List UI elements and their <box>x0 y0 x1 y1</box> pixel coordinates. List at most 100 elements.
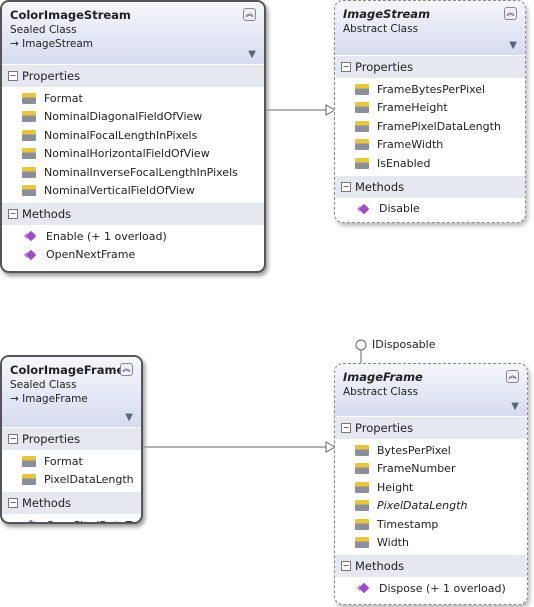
method-item[interactable]: Dispose (+ 1 overload) <box>335 579 527 598</box>
class-kind: Abstract Class <box>343 23 419 35</box>
class-header[interactable]: ImageFrame Abstract Class ︽ ▼ <box>335 364 527 416</box>
class-kind: Sealed Class <box>10 24 77 36</box>
property-item[interactable]: Width <box>335 534 527 553</box>
double-chevron-up-icon[interactable]: ︽ <box>506 370 519 383</box>
property-item[interactable]: NominalHorizontalFieldOfView <box>2 145 264 164</box>
collapse-minus-icon[interactable]: − <box>341 181 351 192</box>
section-label: Methods <box>22 496 72 510</box>
method-icon <box>358 582 370 594</box>
properties-section-header[interactable]: − Properties <box>335 55 525 78</box>
collapse-minus-icon[interactable]: − <box>8 434 18 444</box>
property-item[interactable]: FrameHeight <box>335 99 525 118</box>
property-name: Width <box>377 536 409 550</box>
property-name: FramePixelDataLength <box>377 119 501 133</box>
collapse-minus-icon[interactable]: − <box>8 498 18 508</box>
method-item[interactable]: Disable <box>335 200 525 219</box>
base-class-name: ImageStream <box>22 38 94 50</box>
property-icon <box>355 102 369 114</box>
filter-icon[interactable]: ▼ <box>509 40 517 51</box>
method-item[interactable]: OpenNextFrame <box>2 246 264 265</box>
property-icon <box>355 463 369 475</box>
property-icon <box>355 444 369 456</box>
method-item[interactable]: CopyPixelDataTo <box>2 516 141 522</box>
property-icon <box>355 120 369 132</box>
property-name: NominalVerticalFieldOfView <box>44 184 195 198</box>
property-item[interactable]: PixelDataLength <box>2 471 141 490</box>
property-item[interactable]: NominalDiagonalFieldOfView <box>2 108 264 127</box>
property-name: IsEnabled <box>377 156 431 170</box>
double-chevron-up-icon[interactable]: ︽ <box>504 7 517 20</box>
property-name: Format <box>44 91 83 105</box>
method-icon <box>25 249 37 261</box>
properties-section-header[interactable]: − Properties <box>2 64 264 87</box>
methods-section-header[interactable]: − Methods <box>2 202 264 225</box>
property-item[interactable]: FrameNumber <box>335 460 527 479</box>
property-icon <box>355 500 369 512</box>
collapse-minus-icon[interactable]: − <box>341 62 351 72</box>
property-name: Height <box>377 480 414 494</box>
property-icon <box>22 474 36 486</box>
property-item[interactable]: Format <box>2 452 141 471</box>
class-colorimageframe[interactable]: ColorImageFrame Sealed Class → ImageFrame… <box>0 355 143 524</box>
property-icon <box>22 455 36 467</box>
filter-icon[interactable]: ▼ <box>248 49 256 60</box>
property-name: FrameNumber <box>377 462 456 476</box>
methods-section-header[interactable]: − Methods <box>335 554 527 577</box>
collapse-minus-icon[interactable]: − <box>341 423 351 433</box>
property-name: BytesPerPixel <box>377 443 451 457</box>
section-label: Properties <box>22 432 81 446</box>
class-name: ColorImageStream <box>10 8 131 22</box>
properties-section-header[interactable]: − Properties <box>2 427 141 450</box>
property-item[interactable]: IsEnabled <box>335 154 525 173</box>
property-icon <box>355 157 369 169</box>
property-item[interactable]: NominalVerticalFieldOfView <box>2 182 264 201</box>
property-icon <box>22 111 36 123</box>
property-item[interactable]: PixelDataLength <box>335 497 527 516</box>
class-header[interactable]: ColorImageFrame Sealed Class → ImageFrame… <box>2 357 141 427</box>
class-name: ImageFrame <box>343 370 423 384</box>
property-item[interactable]: Height <box>335 478 527 497</box>
properties-section-header[interactable]: − Properties <box>335 416 527 439</box>
method-icon <box>25 230 37 242</box>
property-name: PixelDataLength <box>44 473 134 487</box>
double-chevron-up-icon[interactable]: ︽ <box>243 8 256 21</box>
section-label: Methods <box>355 179 405 194</box>
property-item[interactable]: FrameWidth <box>335 136 525 155</box>
method-item[interactable]: Enable (+ 1 overload) <box>2 227 264 246</box>
class-header[interactable]: ColorImageStream Sealed Class → ImageStre… <box>2 2 264 64</box>
collapse-minus-icon[interactable]: − <box>8 209 18 219</box>
section-label: Methods <box>355 559 405 573</box>
property-icon <box>355 83 369 95</box>
class-imageframe[interactable]: ImageFrame Abstract Class ︽ ▼ − Properties By… <box>334 363 528 605</box>
class-name: ColorImageFrame <box>10 363 125 377</box>
class-colorimagestream[interactable]: ColorImageStream Sealed Class → ImageStre… <box>0 0 266 273</box>
property-icon <box>355 139 369 151</box>
property-item[interactable]: BytesPerPixel <box>335 441 527 460</box>
methods-section-header[interactable]: − Methods <box>335 174 525 198</box>
filter-icon[interactable]: ▼ <box>125 412 133 423</box>
method-name: OpenNextFrame <box>46 248 136 262</box>
filter-icon[interactable]: ▼ <box>511 401 519 412</box>
collapse-minus-icon[interactable]: − <box>341 561 351 571</box>
property-item[interactable]: Timestamp <box>335 515 527 534</box>
property-icon <box>22 129 36 141</box>
collapse-minus-icon[interactable]: − <box>8 71 18 81</box>
property-name: NominalHorizontalFieldOfView <box>44 147 210 161</box>
property-item[interactable]: NominalInverseFocalLengthInPixels <box>2 163 264 182</box>
class-imagestream[interactable]: ImageStream Abstract Class ︽ ▼ − Properties F… <box>334 0 526 223</box>
interface-label: IDisposable <box>372 338 436 351</box>
property-name: FrameBytesPerPixel <box>377 82 486 96</box>
method-name: Enable (+ 1 overload) <box>46 229 167 243</box>
methods-section-header[interactable]: − Methods <box>2 491 141 514</box>
property-item[interactable]: NominalFocalLengthInPixels <box>2 126 264 145</box>
property-item[interactable]: FramePixelDataLength <box>335 117 525 136</box>
property-name: PixelDataLength <box>377 499 468 513</box>
property-name: FrameHeight <box>377 101 448 115</box>
base-class: → ImageFrame <box>10 393 133 405</box>
property-item[interactable]: FrameBytesPerPixel <box>335 80 525 99</box>
double-chevron-up-icon[interactable]: ︽ <box>120 363 133 376</box>
class-header[interactable]: ImageStream Abstract Class ︽ ▼ <box>335 1 525 55</box>
property-item[interactable]: Format <box>2 89 264 108</box>
property-name: NominalInverseFocalLengthInPixels <box>44 165 238 179</box>
property-name: Format <box>44 454 83 468</box>
